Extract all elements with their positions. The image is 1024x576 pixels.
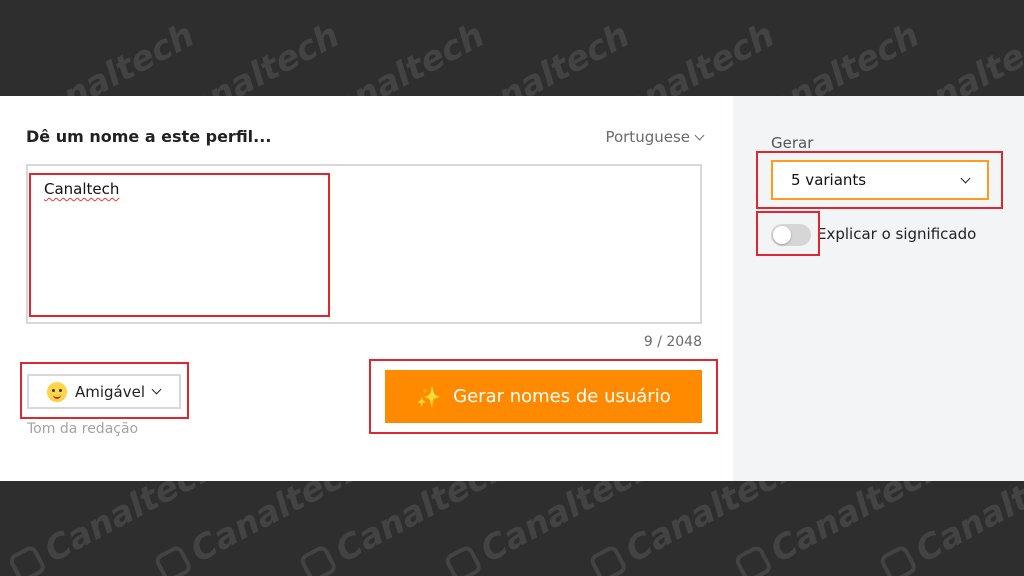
canaltech-logo-icon bbox=[6, 543, 48, 576]
variants-value: 5 variants bbox=[791, 171, 867, 189]
canaltech-logo-icon bbox=[587, 543, 629, 576]
tone-label: Amigável bbox=[75, 382, 146, 401]
tone-caption: Tom da redação bbox=[27, 421, 139, 437]
page-title: Dê um nome a este perfil... bbox=[26, 127, 272, 146]
profile-name-value: Canaltech bbox=[44, 180, 120, 198]
language-label: Portuguese bbox=[605, 128, 690, 146]
watermark-text: Canaltech bbox=[14, 15, 202, 96]
explain-meaning-label: Explicar o significado bbox=[817, 225, 977, 243]
canaltech-logo-icon bbox=[297, 543, 339, 576]
username-generator-card: Dê um nome a este perfil... Portuguese C… bbox=[0, 96, 1024, 481]
tone-dropdown[interactable]: Amigável bbox=[27, 374, 181, 409]
generate-usernames-button[interactable]: ✨ Gerar nomes de usuário bbox=[385, 370, 702, 423]
smiley-emoji-icon bbox=[47, 381, 67, 402]
watermark-band-top: Canaltech Canaltech Canaltech Canaltech … bbox=[0, 0, 1024, 96]
watermark-band-bottom: Canaltech Canaltech Canaltech Canaltech … bbox=[0, 481, 1024, 576]
chevron-down-icon bbox=[960, 173, 971, 183]
watermark: Canaltech bbox=[0, 15, 201, 96]
chevron-down-icon bbox=[694, 130, 705, 140]
canaltech-logo-icon bbox=[877, 543, 919, 576]
chevron-down-icon bbox=[151, 384, 162, 395]
canaltech-logo-icon bbox=[442, 543, 484, 576]
profile-name-input[interactable]: Canaltech bbox=[26, 164, 702, 324]
generate-button-label: Gerar nomes de usuário bbox=[453, 386, 671, 407]
generate-label: Gerar bbox=[771, 134, 814, 152]
language-selector[interactable]: Portuguese bbox=[605, 128, 705, 146]
canaltech-logo-icon bbox=[152, 543, 194, 576]
sparkle-icon: ✨ bbox=[416, 384, 442, 409]
screenshot-stage: Canaltech Canaltech Canaltech Canaltech … bbox=[0, 0, 1024, 576]
explain-meaning-toggle[interactable] bbox=[771, 224, 811, 246]
character-counter: 9 / 2048 bbox=[643, 334, 702, 350]
variants-select[interactable]: 5 variants bbox=[771, 160, 989, 200]
options-panel: Gerar 5 variants Explicar o significado bbox=[733, 96, 1024, 481]
input-panel: Dê um nome a este perfil... Portuguese C… bbox=[0, 96, 733, 481]
canaltech-logo-icon bbox=[732, 543, 774, 576]
toggle-knob bbox=[773, 226, 791, 244]
